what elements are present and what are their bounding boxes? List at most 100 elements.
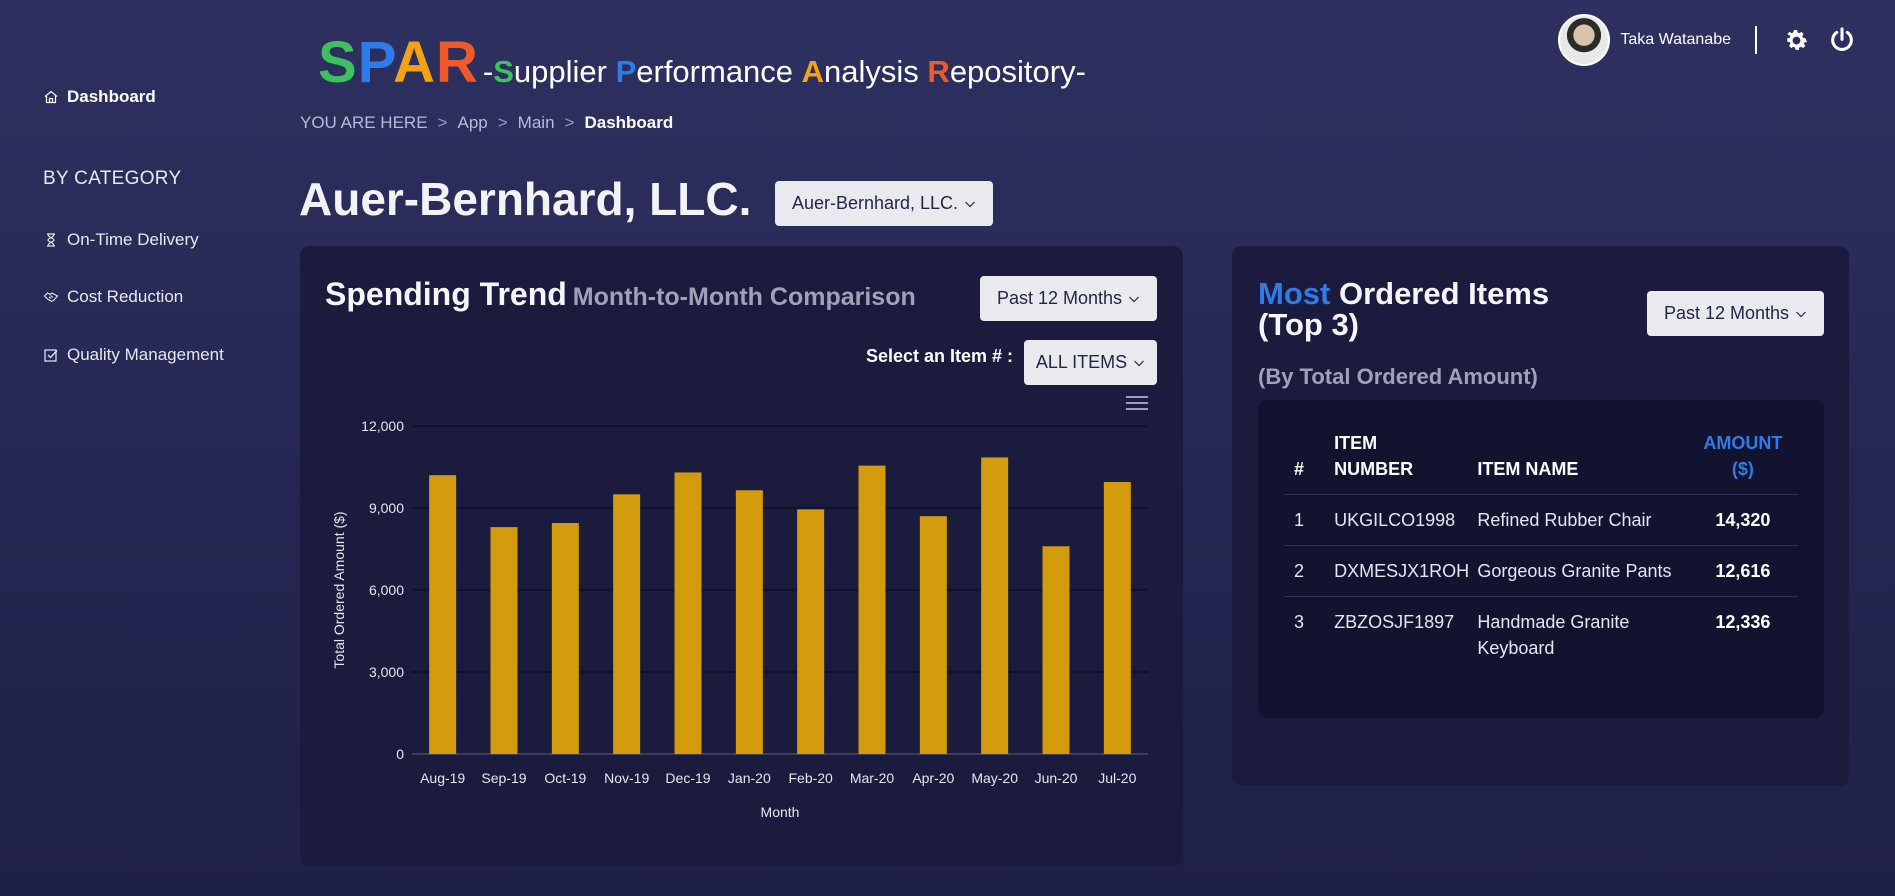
breadcrumb-current: Dashboard	[584, 113, 674, 132]
logo-word-cap: S	[493, 54, 514, 89]
cell-amount: 12,616	[1687, 545, 1798, 597]
sidebar-item-on-time-delivery[interactable]: On-Time Delivery	[43, 230, 199, 250]
table-row[interactable]: 3 ZBZOSJF1897 Handmade Granite Keyboard …	[1284, 597, 1798, 674]
cell-rank: 2	[1284, 545, 1335, 597]
cell-item-number: UKGILCO1998	[1334, 494, 1478, 546]
col-header-text: AMOUNT	[1703, 433, 1783, 453]
bar-mar-20	[858, 465, 886, 754]
col-header-text: ITEM	[1334, 433, 1378, 453]
x-tick-label: Mar-20	[850, 770, 895, 786]
title-line2: (Top 3)	[1258, 307, 1360, 342]
x-tick-label: Dec-19	[665, 770, 710, 786]
most-ordered-period-select[interactable]: Past 12 Months	[1647, 291, 1824, 336]
top-items-table-container: # ITEM NUMBER ITEM NAME AMOUNT ($) 1 UKG…	[1258, 400, 1824, 718]
table-header-row: # ITEM NUMBER ITEM NAME AMOUNT ($)	[1284, 430, 1798, 495]
cell-rank: 1	[1284, 494, 1335, 546]
x-tick-label: Jun-20	[1035, 770, 1078, 786]
cell-amount: 12,336	[1715, 612, 1771, 632]
avatar[interactable]	[1558, 14, 1611, 66]
logo-word: upplier	[513, 54, 616, 89]
logo-acronym: SPAR	[318, 34, 479, 92]
page-title: Auer-Bernhard, LLC.	[299, 173, 752, 225]
y-tick-label: 6,000	[369, 582, 404, 598]
breadcrumb-app[interactable]: App	[457, 113, 487, 133]
logo-word: epository	[949, 54, 1076, 89]
bar-sep-19	[490, 527, 518, 754]
most-ordered-card: Most Ordered Items (Top 3) Past 12 Month…	[1232, 246, 1849, 786]
app-logo: SPAR -Supplier Performance Analysis Repo…	[318, 34, 1086, 92]
sidebar-item-label: Dashboard	[67, 87, 156, 106]
bar-apr-20	[919, 516, 947, 754]
bar-dec-19	[674, 472, 702, 754]
checkbox-icon	[43, 347, 59, 363]
col-header-item-name: ITEM NAME	[1477, 430, 1688, 495]
user-name[interactable]: Taka Watanabe	[1620, 31, 1731, 49]
x-tick-label: Jul-20	[1098, 770, 1136, 786]
handshake-icon	[43, 289, 59, 305]
sidebar: Dashboard BY CATEGORY On-Time Delivery C…	[0, 0, 280, 896]
gear-icon[interactable]	[1781, 25, 1811, 55]
bar-oct-19	[551, 523, 579, 754]
most-ordered-period-value: Past 12 Months	[1663, 303, 1790, 323]
bar-may-20	[981, 457, 1009, 754]
spending-bar-chart: 0 3,000 6,000 9,000 12,000 Aug-19 Sep-19 Oct-19…	[331, 418, 1148, 820]
y-tick-label: 12,000	[361, 418, 404, 434]
x-tick-label: May-20	[971, 770, 1018, 786]
logo-dash: -	[1075, 54, 1086, 89]
sidebar-item-label: Quality Management	[67, 345, 224, 364]
logo-letter: P	[357, 30, 394, 95]
most-ordered-subtitle: (By Total Ordered Amount)	[1258, 364, 1538, 389]
col-header-text: ($)	[1731, 459, 1754, 479]
user-bar: Taka Watanabe	[1558, 14, 1857, 66]
sidebar-item-cost-reduction[interactable]: Cost Reduction	[43, 287, 183, 307]
col-header-text: NUMBER	[1334, 459, 1414, 479]
x-tick-label: Sep-19	[481, 770, 526, 786]
sidebar-item-quality-management[interactable]: Quality Management	[43, 345, 224, 365]
chevron-down-icon	[1795, 308, 1807, 320]
chevron-down-icon	[964, 198, 976, 210]
home-icon	[43, 89, 59, 105]
logo-word: erformance	[636, 54, 802, 89]
bar-jun-20	[1042, 546, 1070, 754]
logo-word-cap: P	[615, 54, 637, 89]
y-tick-label: 0	[396, 746, 404, 762]
supplier-select-value: Auer-Bernhard, LLC.	[791, 193, 959, 213]
logo-dash: -	[482, 54, 494, 89]
sidebar-category-heading: BY CATEGORY	[43, 168, 182, 189]
cell-item-name: Refined Rubber Chair	[1477, 494, 1688, 546]
x-tick-label: Aug-19	[420, 770, 465, 786]
x-tick-label: Jan-20	[728, 770, 771, 786]
table-row[interactable]: 2 DXMESJX1ROH Gorgeous Granite Pants 12,…	[1284, 545, 1798, 597]
sidebar-item-dashboard[interactable]: Dashboard	[43, 87, 156, 107]
bar-jan-20	[735, 490, 763, 754]
bar-aug-19	[429, 475, 457, 754]
breadcrumb-separator: >	[497, 113, 508, 132]
breadcrumb-main[interactable]: Main	[518, 113, 555, 133]
logo-letter: A	[393, 30, 436, 95]
y-axis-title: Total Ordered Amount ($)	[331, 511, 347, 668]
supplier-select[interactable]: Auer-Bernhard, LLC.	[775, 181, 993, 226]
table-row[interactable]: 1 UKGILCO1998 Refined Rubber Chair 14,32…	[1284, 494, 1798, 546]
logo-tagline: -Supplier Performance Analysis Repositor…	[483, 56, 1086, 87]
title-accent: Most	[1258, 276, 1331, 311]
spending-trend-card: Spending Trend Month-to-Month Comparison …	[300, 246, 1183, 866]
breadcrumb-prefix: YOU ARE HERE	[300, 113, 428, 132]
cell-item-name: Handmade Granite Keyboard	[1477, 612, 1630, 658]
logo-letter: R	[435, 30, 479, 95]
power-icon[interactable]	[1827, 25, 1857, 55]
x-axis-title: Month	[761, 804, 800, 820]
col-header-amount: AMOUNT ($)	[1687, 430, 1798, 495]
col-header-item-number: ITEM NUMBER	[1334, 430, 1478, 495]
col-header-rank: #	[1284, 430, 1335, 495]
bar-jul-20	[1103, 482, 1131, 754]
y-tick-label: 9,000	[369, 500, 404, 516]
cell-amount: 14,320	[1687, 494, 1798, 546]
title-text: Ordered Items	[1338, 276, 1550, 311]
x-tick-label: Apr-20	[912, 770, 954, 786]
x-tick-label: Feb-20	[788, 770, 833, 786]
sidebar-item-label: Cost Reduction	[67, 287, 184, 306]
cell-item-name: Gorgeous Granite Pants	[1477, 545, 1688, 597]
logo-word: nalysis	[824, 54, 928, 89]
logo-word-cap: R	[927, 54, 950, 89]
x-tick-label: Oct-19	[544, 770, 586, 786]
